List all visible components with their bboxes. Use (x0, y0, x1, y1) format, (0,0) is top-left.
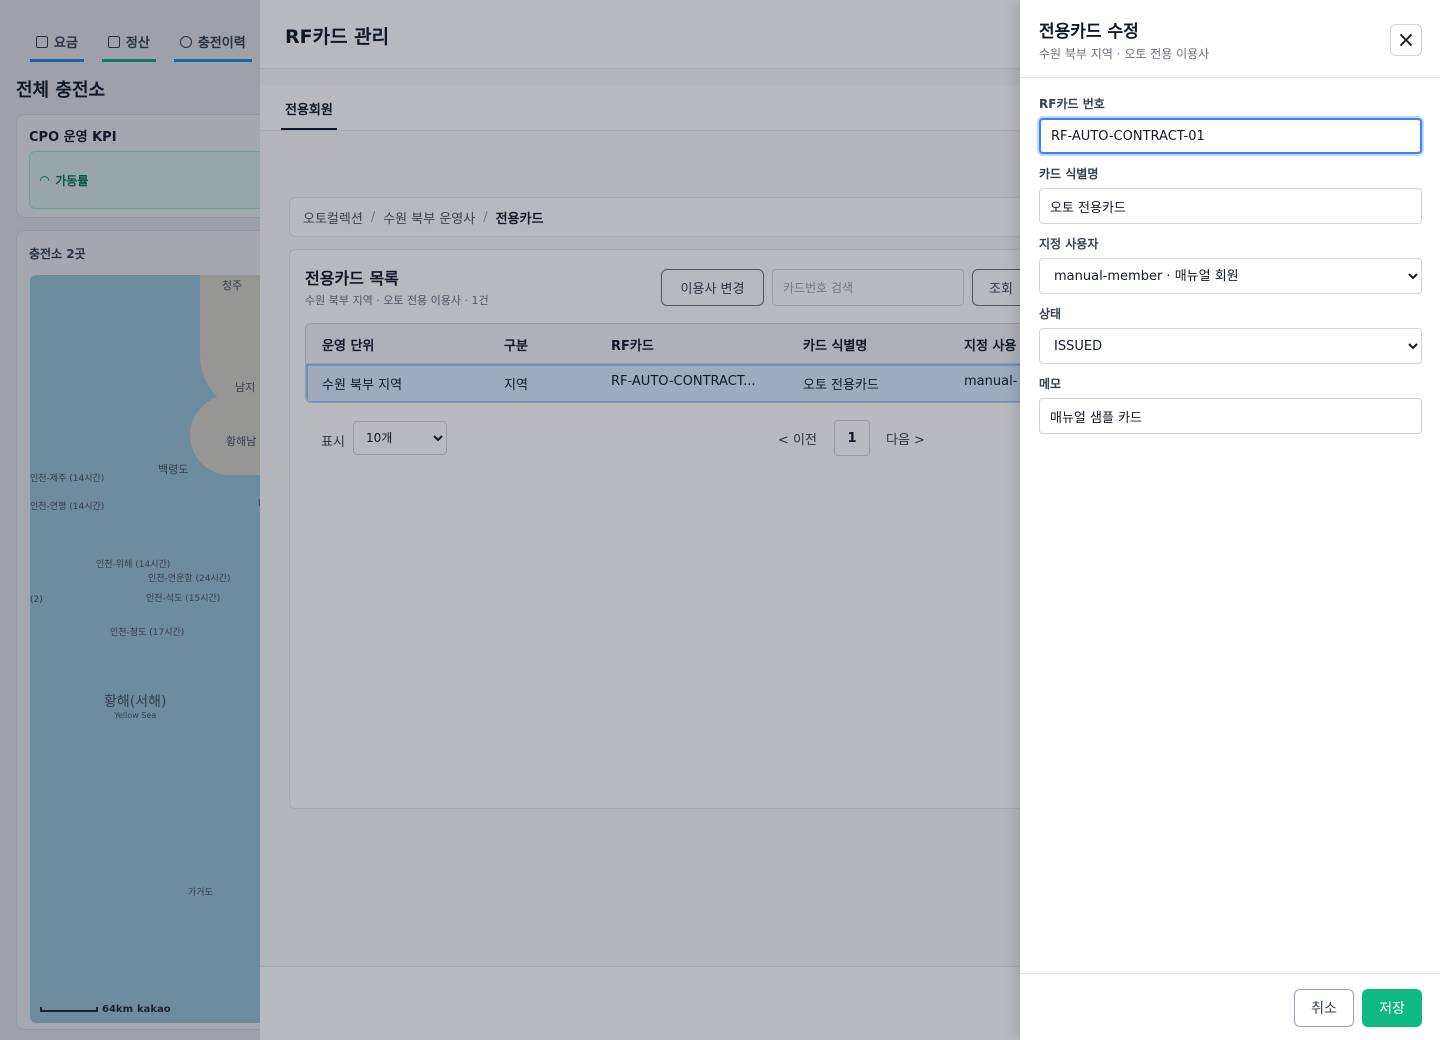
rfcard-number-input[interactable] (1039, 118, 1422, 154)
drawer-header: 전용카드 수정 수원 북부 지역 · 오토 전용 이용사 (1020, 0, 1440, 78)
status-label: 상태 (1039, 307, 1062, 321)
card-name-label: 카드 식별명 (1039, 167, 1099, 181)
status-select[interactable]: ISSUED (1039, 328, 1422, 364)
save-button[interactable]: 저장 (1362, 989, 1422, 1027)
assignee-label: 지정 사용자 (1039, 237, 1099, 251)
assignee-select[interactable]: manual-member · 매뉴얼 회원 (1039, 258, 1422, 294)
drawer-subtitle: 수원 북부 지역 · 오토 전용 이용사 (1039, 47, 1210, 61)
cancel-button[interactable]: 취소 (1294, 989, 1354, 1027)
drawer-footer: 취소 저장 (1020, 973, 1440, 1040)
card-name-input[interactable] (1039, 188, 1422, 224)
drawer-title: 전용카드 수정 (1039, 22, 1139, 42)
close-button[interactable] (1390, 24, 1422, 56)
rfcard-number-label: RF카드 번호 (1039, 97, 1105, 111)
close-icon (1400, 34, 1412, 46)
memo-label: 메모 (1039, 377, 1062, 391)
memo-input[interactable] (1039, 398, 1422, 434)
edit-card-drawer: 전용카드 수정 수원 북부 지역 · 오토 전용 이용사 RF카드 번호 카드 … (1020, 0, 1440, 1040)
